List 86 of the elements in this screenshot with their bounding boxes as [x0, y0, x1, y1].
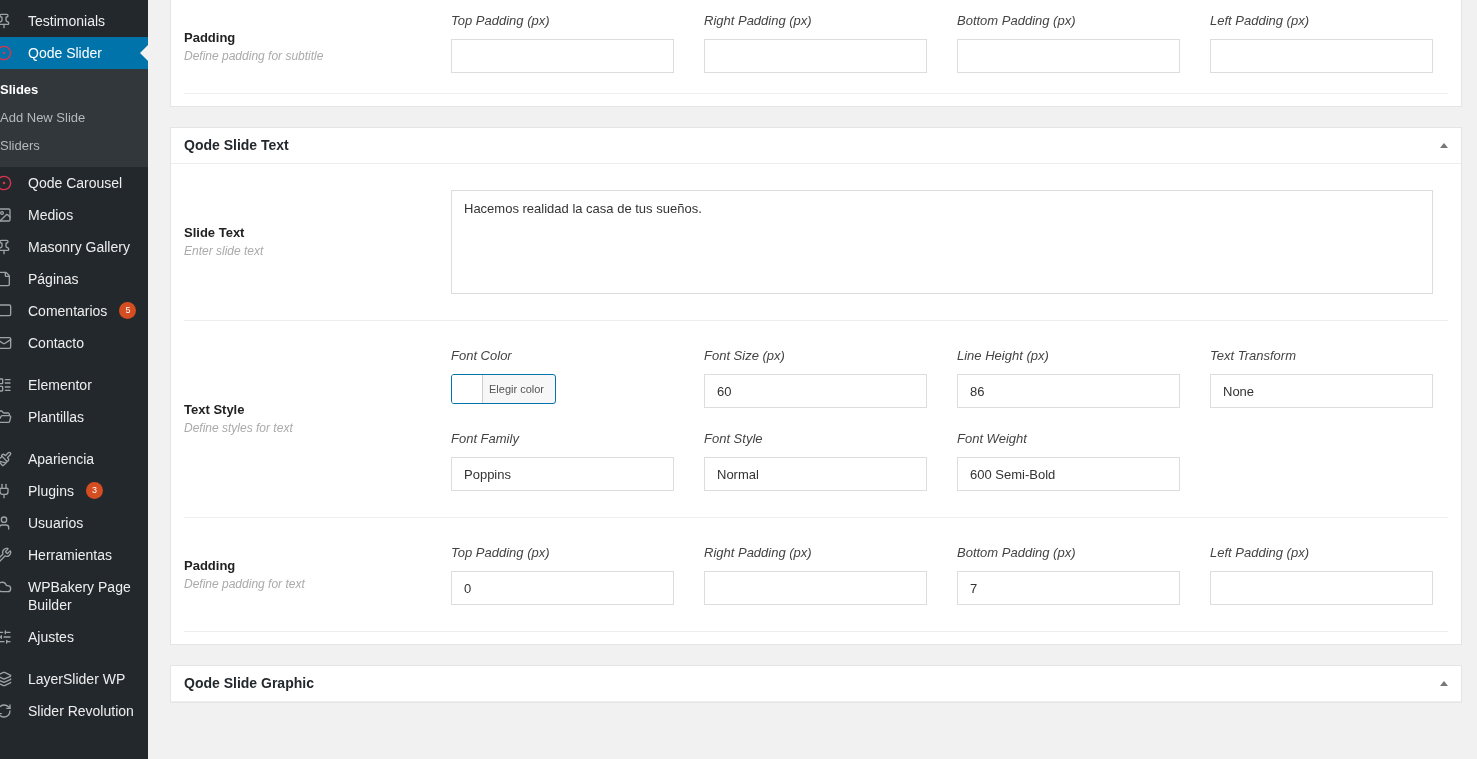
input-field[interactable]: [1210, 39, 1433, 73]
sidebar-item[interactable]: Usuarios: [0, 507, 148, 539]
sidebar-item[interactable]: Slider Revolution: [0, 695, 148, 727]
row-title: Padding: [184, 556, 237, 575]
sidebar-item[interactable]: Masonry Gallery: [0, 231, 148, 263]
row-hint: Define styles for text: [184, 420, 294, 437]
sidebar-item[interactable]: LayerSlider WP: [0, 663, 148, 695]
ring-icon: [0, 45, 12, 61]
field-label: Left Padding (px): [1210, 12, 1310, 30]
media-icon: [0, 207, 12, 223]
panel-header[interactable]: Qode Slide Graphic: [171, 666, 1461, 702]
cloud-icon: [0, 579, 12, 595]
input-field[interactable]: [704, 39, 927, 73]
input-field[interactable]: [1210, 571, 1433, 605]
sidebar-item[interactable]: Plugins 3: [0, 475, 148, 507]
input-field[interactable]: [451, 39, 674, 73]
collapse-arrow-icon[interactable]: [1440, 143, 1448, 148]
sidebar-item[interactable]: Medios: [0, 199, 148, 231]
field-label: Left Padding (px): [1210, 544, 1310, 562]
row-hint: Define padding for text: [184, 575, 306, 593]
input-field[interactable]: None: [1210, 374, 1433, 408]
field-label: Line Height (px): [957, 347, 1050, 365]
sidebar-item[interactable]: Contacto: [0, 327, 148, 359]
pin-icon: [0, 13, 12, 29]
field-label: Right Padding (px): [704, 12, 813, 30]
input-field[interactable]: 60: [704, 374, 927, 408]
refresh-icon: [0, 703, 12, 719]
folder-icon: [0, 409, 12, 425]
row-title: Padding: [184, 28, 237, 47]
input-field[interactable]: Normal: [704, 457, 927, 491]
submenu-item[interactable]: Add New Slide: [0, 104, 148, 132]
input-field[interactable]: Poppins: [451, 457, 674, 491]
input-field[interactable]: 600 Semi-Bold: [957, 457, 1180, 491]
slide-text-area[interactable]: Hacemos realidad la casa de tus sueños.: [451, 190, 1433, 294]
sidebar-item[interactable]: WPBakery Page Builder: [0, 571, 148, 621]
field-label: Top Padding (px): [451, 544, 551, 562]
row-hint: Enter slide text: [184, 243, 265, 260]
field-label: Text Transform: [1210, 347, 1297, 365]
wrench-icon: [0, 547, 12, 563]
user-icon: [0, 515, 12, 531]
sidebar-item[interactable]: Testimonials: [0, 5, 148, 37]
ring-icon: [0, 175, 12, 191]
current-pointer-icon: [140, 45, 148, 61]
submenu-item[interactable]: Slides: [0, 76, 148, 104]
collapse-arrow-icon[interactable]: [1440, 681, 1448, 686]
field-label: Font Size (px): [704, 347, 786, 365]
sidebar-item[interactable]: Páginas: [0, 263, 148, 295]
sidebar-item[interactable]: Herramientas: [0, 539, 148, 571]
sidebar-item[interactable]: Apariencia: [0, 443, 148, 475]
panel-title: Qode Slide Text: [184, 136, 289, 155]
submenu-item[interactable]: Sliders: [0, 132, 148, 160]
row-title: Text Style: [184, 401, 246, 419]
count-badge: 3: [85, 482, 103, 499]
row-title: Slide Text: [184, 224, 246, 242]
input-field[interactable]: [957, 39, 1180, 73]
panel-header[interactable]: Qode Slide Text: [171, 128, 1461, 164]
input-field[interactable]: 86: [957, 374, 1180, 408]
field-label: Top Padding (px): [451, 12, 551, 30]
plug-icon: [0, 483, 12, 499]
envelope-icon: [0, 335, 12, 351]
field-label: Font Family: [451, 430, 521, 448]
input-field[interactable]: [704, 571, 927, 605]
count-badge: 5: [119, 302, 137, 319]
input-field[interactable]: 0: [451, 571, 674, 605]
field-label: Bottom Padding (px): [957, 544, 1077, 562]
sliders-icon: [0, 629, 12, 645]
field-label: Bottom Padding (px): [957, 12, 1077, 30]
sidebar-item[interactable]: Elementor: [0, 369, 148, 401]
field-label: Font Style: [704, 430, 764, 448]
field-label: Right Padding (px): [704, 544, 813, 562]
input-field[interactable]: 7: [957, 571, 1180, 605]
sidebar-item[interactable]: Ajustes: [0, 621, 148, 653]
sidebar-item[interactable]: Comentarios 5: [0, 295, 148, 327]
sidebar-item[interactable]: Qode Carousel: [0, 167, 148, 199]
color-picker-button[interactable]: Elegir color: [451, 374, 556, 404]
pin-icon: [0, 239, 12, 255]
list-icon: [0, 377, 12, 393]
sidebar-item[interactable]: Plantillas: [0, 401, 148, 433]
field-label: Font Weight: [957, 430, 1029, 448]
page-icon: [0, 271, 12, 287]
layers-icon: [0, 671, 12, 687]
row-hint: Define padding for subtitle: [184, 47, 325, 65]
paintbrush-icon: [0, 451, 12, 467]
field-label: Font Color: [451, 347, 513, 365]
panel-title: Qode Slide Graphic: [184, 674, 314, 693]
sidebar-item[interactable]: Qode Slider: [0, 37, 148, 69]
